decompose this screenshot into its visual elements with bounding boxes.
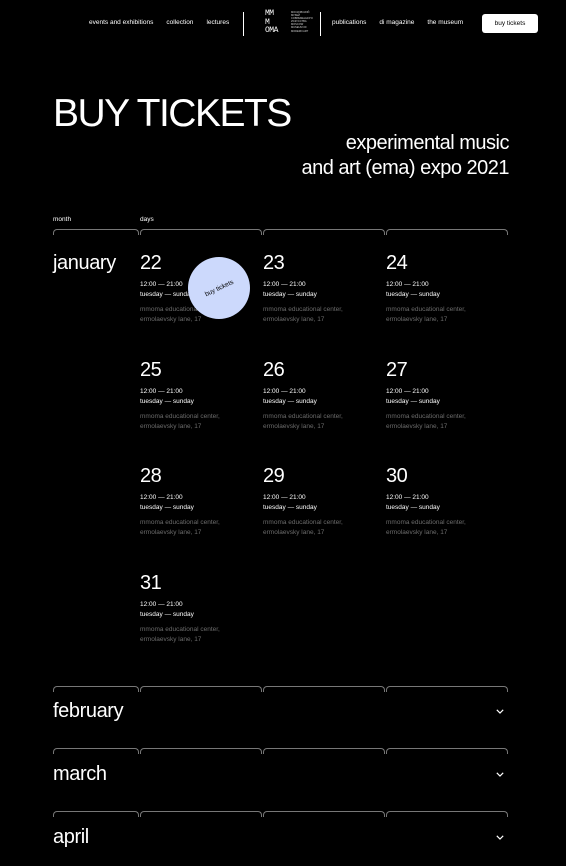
day-hours: 12:00 — 21:00: [263, 388, 306, 395]
day-address: ermolaevsky lane, 17: [140, 422, 202, 430]
day-hours: 12:00 — 21:00: [263, 494, 306, 501]
day-number: 27: [386, 359, 408, 381]
chevron-down-icon[interactable]: [494, 705, 506, 717]
nav-events-and-exhibitions[interactable]: events and exhibitions: [89, 19, 153, 26]
primary-nav-right: publications di magazine the museum: [332, 19, 463, 26]
day-number: 24: [386, 252, 408, 274]
day-hours: 12:00 — 21:00: [140, 388, 183, 395]
day-venue: mmoma educational center,: [263, 306, 343, 313]
day-venue: mmoma educational center,: [140, 413, 220, 420]
nav-divider: [320, 12, 321, 36]
day-venue: mmoma educational center,: [140, 519, 220, 526]
day-venue: mmoma educational center,: [263, 413, 343, 420]
day-hours: 12:00 — 21:00: [386, 281, 429, 288]
column-rule: [53, 811, 139, 817]
day-card[interactable]: 30 12:00 — 21:00 tuesday — sunday mmoma …: [386, 465, 501, 537]
day-weekdays: tuesday — sunday: [386, 503, 440, 511]
day-hours: 12:00 — 21:00: [140, 494, 183, 501]
day-weekdays: tuesday — sunday: [263, 503, 317, 511]
day-number: 23: [263, 252, 285, 274]
day-weekdays: tuesday — sunday: [263, 290, 317, 298]
chevron-down-icon[interactable]: [494, 831, 506, 843]
column-rule: [386, 686, 508, 692]
day-address: ermolaevsky lane, 17: [263, 315, 325, 323]
column-rule: [263, 748, 385, 754]
column-rule: [386, 229, 508, 235]
day-number: 30: [386, 465, 408, 487]
column-rule: [386, 811, 508, 817]
nav-di-magazine[interactable]: di magazine: [379, 19, 414, 26]
day-venue: mmoma educational center,: [263, 519, 343, 526]
day-address: ermolaevsky lane, 17: [140, 315, 202, 323]
day-hours: 12:00 — 21:00: [140, 601, 183, 608]
buy-tickets-button[interactable]: buy tickets: [482, 14, 538, 33]
day-hours: 12:00 — 21:00: [263, 281, 306, 288]
day-address: ermolaevsky lane, 17: [386, 422, 448, 430]
day-card[interactable]: 23 12:00 — 21:00 tuesday — sunday mmoma …: [263, 252, 378, 324]
day-address: ermolaevsky lane, 17: [140, 635, 202, 643]
column-rule: [140, 686, 262, 692]
logo-wordmark: МОСКОВСКИЙ МУЗЕЙ СОВРЕМЕННОГО ИСКУССТВА …: [291, 11, 313, 33]
day-address: ermolaevsky lane, 17: [386, 528, 448, 536]
day-card[interactable]: 27 12:00 — 21:00 tuesday — sunday mmoma …: [386, 359, 501, 431]
day-weekdays: tuesday — sunday: [140, 610, 194, 618]
page-title: BUY TICKETS: [53, 92, 292, 135]
logo-mark: MM M OMA: [265, 9, 278, 36]
month-march[interactable]: march: [53, 763, 107, 786]
day-card[interactable]: 26 12:00 — 21:00 tuesday — sunday mmoma …: [263, 359, 378, 431]
day-venue: mmoma educational center,: [386, 413, 466, 420]
day-venue: mmoma educational center,: [140, 626, 220, 633]
chevron-down-icon[interactable]: [494, 768, 506, 780]
day-card[interactable]: 28 12:00 — 21:00 tuesday — sunday mmoma …: [140, 465, 255, 537]
day-weekdays: tuesday — sunday: [386, 290, 440, 298]
day-hours: 12:00 — 21:00: [386, 388, 429, 395]
day-card[interactable]: 29 12:00 — 21:00 tuesday — sunday mmoma …: [263, 465, 378, 537]
column-rule: [140, 811, 262, 817]
primary-nav-left: events and exhibitions collection lectur…: [89, 19, 229, 26]
day-weekdays: tuesday — sunday: [140, 397, 194, 405]
column-rule: [386, 748, 508, 754]
month-february[interactable]: february: [53, 700, 124, 723]
day-address: ermolaevsky lane, 17: [140, 528, 202, 536]
day-card[interactable]: 25 12:00 — 21:00 tuesday — sunday mmoma …: [140, 359, 255, 431]
column-rule: [263, 811, 385, 817]
nav-publications[interactable]: publications: [332, 19, 366, 26]
day-venue: mmoma educational center,: [386, 306, 466, 313]
day-card[interactable]: 31 12:00 — 21:00 tuesday — sunday mmoma …: [140, 572, 255, 644]
column-rule: [140, 748, 262, 754]
day-address: ermolaevsky lane, 17: [386, 315, 448, 323]
buy-tickets-badge[interactable]: buy tickets: [188, 257, 250, 319]
nav-the-museum[interactable]: the museum: [427, 19, 463, 26]
day-weekdays: tuesday — sunday: [140, 503, 194, 511]
day-number: 28: [140, 465, 162, 487]
day-weekdays: tuesday — sunday: [263, 397, 317, 405]
day-weekdays: tuesday — sunday: [386, 397, 440, 405]
day-card[interactable]: 24 12:00 — 21:00 tuesday — sunday mmoma …: [386, 252, 501, 324]
nav-collection[interactable]: collection: [166, 19, 193, 26]
column-rule: [263, 686, 385, 692]
column-rule: [140, 229, 262, 235]
nav-divider: [243, 12, 244, 36]
day-number: 29: [263, 465, 285, 487]
column-rule: [53, 229, 139, 235]
nav-lectures[interactable]: lectures: [206, 19, 229, 26]
buy-tickets-badge-label: buy tickets: [203, 278, 235, 298]
day-number: 31: [140, 572, 162, 594]
day-address: ermolaevsky lane, 17: [263, 422, 325, 430]
mmoma-logo[interactable]: MM M OMA МОСКОВСКИЙ МУЗЕЙ СОВРЕМЕННОГО И…: [265, 9, 319, 38]
month-january[interactable]: january: [53, 252, 116, 275]
days-column-label: days: [140, 216, 154, 223]
day-number: 25: [140, 359, 162, 381]
day-hours: 12:00 — 21:00: [386, 494, 429, 501]
month-april[interactable]: april: [53, 826, 89, 849]
column-rule: [263, 229, 385, 235]
column-rule: [53, 686, 139, 692]
event-subtitle: experimental music and art (ema) expo 20…: [301, 132, 509, 179]
month-column-label: month: [53, 216, 72, 223]
column-rule: [53, 748, 139, 754]
day-number: 26: [263, 359, 285, 381]
day-address: ermolaevsky lane, 17: [263, 528, 325, 536]
day-venue: mmoma educational center,: [386, 519, 466, 526]
